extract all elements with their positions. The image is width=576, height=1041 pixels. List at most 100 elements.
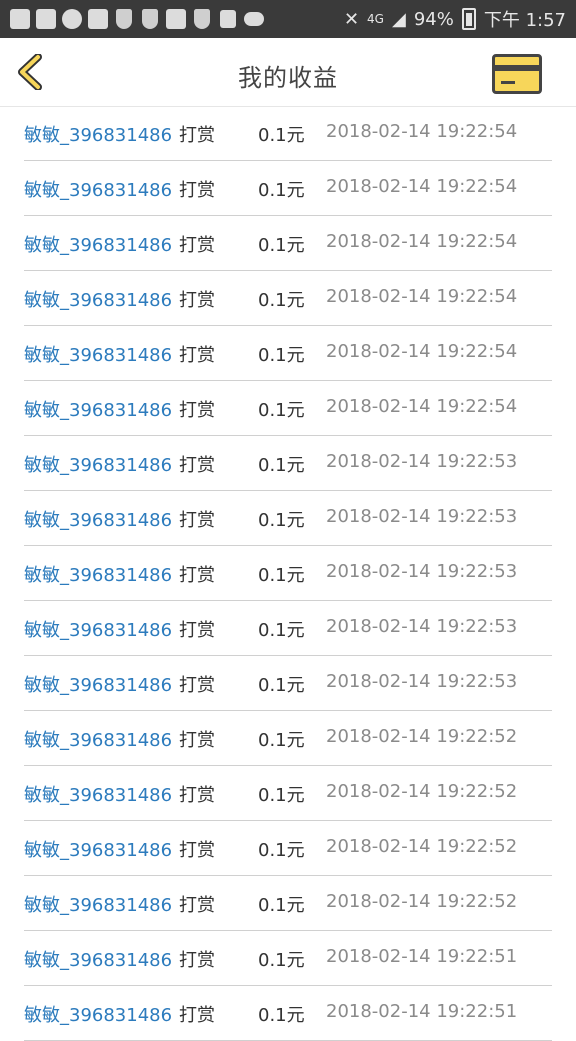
- user-link[interactable]: 敏敏_396831486: [24, 781, 172, 807]
- timestamp: 2018-02-14 19:22:54: [326, 176, 518, 197]
- user-link[interactable]: 敏敏_396831486: [24, 726, 172, 752]
- amount: 0.1元: [258, 235, 305, 256]
- user-link[interactable]: 敏敏_396831486: [24, 1001, 172, 1027]
- shield-icon: [192, 9, 212, 29]
- action-label: 打赏: [179, 235, 215, 256]
- clock: 下午 1:57: [483, 10, 566, 31]
- timestamp: 2018-02-14 19:22:53: [326, 671, 518, 692]
- action-label: 打赏: [179, 510, 215, 531]
- action-label: 打赏: [179, 125, 215, 146]
- amount: 0.1元: [258, 620, 305, 641]
- timestamp: 2018-02-14 19:22:52: [326, 781, 518, 802]
- user-link[interactable]: 敏敏_396831486: [24, 231, 172, 257]
- user-link[interactable]: 敏敏_396831486: [24, 946, 172, 972]
- amount: 0.1元: [258, 125, 305, 146]
- amount: 0.1元: [258, 840, 305, 861]
- action-label: 打赏: [179, 950, 215, 971]
- timestamp: 2018-02-14 19:22:53: [326, 506, 518, 527]
- list-item: 敏敏_396831486 打赏 0.1元 2018-02-14 19:22:52: [24, 876, 552, 931]
- user-link[interactable]: 敏敏_396831486: [24, 616, 172, 642]
- list-item: 敏敏_396831486 打赏 0.1元 2018-02-14 19:22:51: [24, 986, 552, 1041]
- user-link[interactable]: 敏敏_396831486: [24, 891, 172, 917]
- timestamp: 2018-02-14 19:22:53: [326, 561, 518, 582]
- timestamp: 2018-02-14 19:22:53: [326, 451, 518, 472]
- weather-icon: [244, 9, 264, 29]
- earnings-list: 敏敏_396831486 打赏 0.1元 2018-02-14 19:22:54…: [24, 106, 552, 1041]
- list-item: 敏敏_396831486 打赏 0.1元 2018-02-14 19:22:54: [24, 161, 552, 216]
- list-item: 敏敏_396831486 打赏 0.1元 2018-02-14 19:22:53: [24, 436, 552, 491]
- action-label: 打赏: [179, 1005, 215, 1026]
- timestamp: 2018-02-14 19:22:54: [326, 341, 518, 362]
- signal-icon: ◢: [391, 8, 406, 30]
- list-item: 敏敏_396831486 打赏 0.1元 2018-02-14 19:22:53: [24, 656, 552, 711]
- notification-icons: [10, 7, 264, 31]
- user-link[interactable]: 敏敏_396831486: [24, 671, 172, 697]
- action-label: 打赏: [179, 400, 215, 421]
- card-icon[interactable]: [492, 54, 542, 94]
- list-item: 敏敏_396831486 打赏 0.1元 2018-02-14 19:22:52: [24, 711, 552, 766]
- list-item: 敏敏_396831486 打赏 0.1元 2018-02-14 19:22:53: [24, 601, 552, 656]
- user-link[interactable]: 敏敏_396831486: [24, 451, 172, 477]
- amount: 0.1元: [258, 510, 305, 531]
- amount: 0.1元: [258, 180, 305, 201]
- amount: 0.1元: [258, 565, 305, 586]
- status-bar: ✕ 4G ◢ 94% 下午 1:57: [0, 0, 576, 38]
- k-icon: [166, 9, 186, 29]
- list-item: 敏敏_396831486 打赏 0.1元 2018-02-14 19:22:54: [24, 381, 552, 436]
- action-label: 打赏: [179, 345, 215, 366]
- action-label: 打赏: [179, 565, 215, 586]
- list-item: 敏敏_396831486 打赏 0.1元 2018-02-14 19:22:51: [24, 931, 552, 986]
- list-item: 敏敏_396831486 打赏 0.1元 2018-02-14 19:22:53: [24, 491, 552, 546]
- timestamp: 2018-02-14 19:22:51: [326, 946, 518, 967]
- user-link[interactable]: 敏敏_396831486: [24, 506, 172, 532]
- app-header: 我的收益: [0, 38, 576, 107]
- amount: 0.1元: [258, 345, 305, 366]
- action-label: 打赏: [179, 620, 215, 641]
- list-item: 敏敏_396831486 打赏 0.1元 2018-02-14 19:22:54: [24, 326, 552, 381]
- timestamp: 2018-02-14 19:22:51: [326, 1001, 518, 1022]
- timestamp: 2018-02-14 19:22:53: [326, 616, 518, 637]
- list-item: 敏敏_396831486 打赏 0.1元 2018-02-14 19:22:54: [24, 271, 552, 326]
- page-title: 我的收益: [238, 64, 338, 92]
- user-link[interactable]: 敏敏_396831486: [24, 836, 172, 862]
- amount: 0.1元: [258, 950, 305, 971]
- shield-icon: [114, 9, 134, 29]
- timestamp: 2018-02-14 19:22:54: [326, 286, 518, 307]
- timestamp: 2018-02-14 19:22:54: [326, 121, 518, 142]
- mute-icon: ✕: [343, 8, 360, 30]
- amount: 0.1元: [258, 1005, 305, 1026]
- timestamp: 2018-02-14 19:22:52: [326, 726, 518, 747]
- network-type: 4G: [367, 12, 384, 26]
- user-link[interactable]: 敏敏_396831486: [24, 341, 172, 367]
- action-label: 打赏: [179, 840, 215, 861]
- user-link[interactable]: 敏敏_396831486: [24, 286, 172, 312]
- action-label: 打赏: [179, 730, 215, 751]
- user-link[interactable]: 敏敏_396831486: [24, 561, 172, 587]
- image-icon: [36, 9, 56, 29]
- action-label: 打赏: [179, 290, 215, 311]
- action-label: 打赏: [179, 675, 215, 696]
- amount: 0.1元: [258, 455, 305, 476]
- action-label: 打赏: [179, 455, 215, 476]
- bag-icon: [218, 9, 238, 29]
- battery-percent: 94%: [413, 8, 454, 30]
- amount: 0.1元: [258, 895, 305, 916]
- timestamp: 2018-02-14 19:22:52: [326, 891, 518, 912]
- list-item: 敏敏_396831486 打赏 0.1元 2018-02-14 19:22:53: [24, 546, 552, 601]
- battery-icon: [461, 8, 476, 30]
- user-link[interactable]: 敏敏_396831486: [24, 176, 172, 202]
- facebook-icon: [10, 9, 30, 29]
- shield-icon: [140, 9, 160, 29]
- settings-icon: [62, 9, 82, 29]
- cube-icon: [88, 9, 108, 29]
- user-link[interactable]: 敏敏_396831486: [24, 121, 172, 147]
- amount: 0.1元: [258, 785, 305, 806]
- list-item: 敏敏_396831486 打赏 0.1元 2018-02-14 19:22:54: [24, 106, 552, 161]
- list-item: 敏敏_396831486 打赏 0.1元 2018-02-14 19:22:52: [24, 766, 552, 821]
- timestamp: 2018-02-14 19:22:52: [326, 836, 518, 857]
- amount: 0.1元: [258, 675, 305, 696]
- timestamp: 2018-02-14 19:22:54: [326, 396, 518, 417]
- user-link[interactable]: 敏敏_396831486: [24, 396, 172, 422]
- status-indicators: ✕ 4G ◢ 94% 下午 1:57: [344, 7, 566, 31]
- action-label: 打赏: [179, 785, 215, 806]
